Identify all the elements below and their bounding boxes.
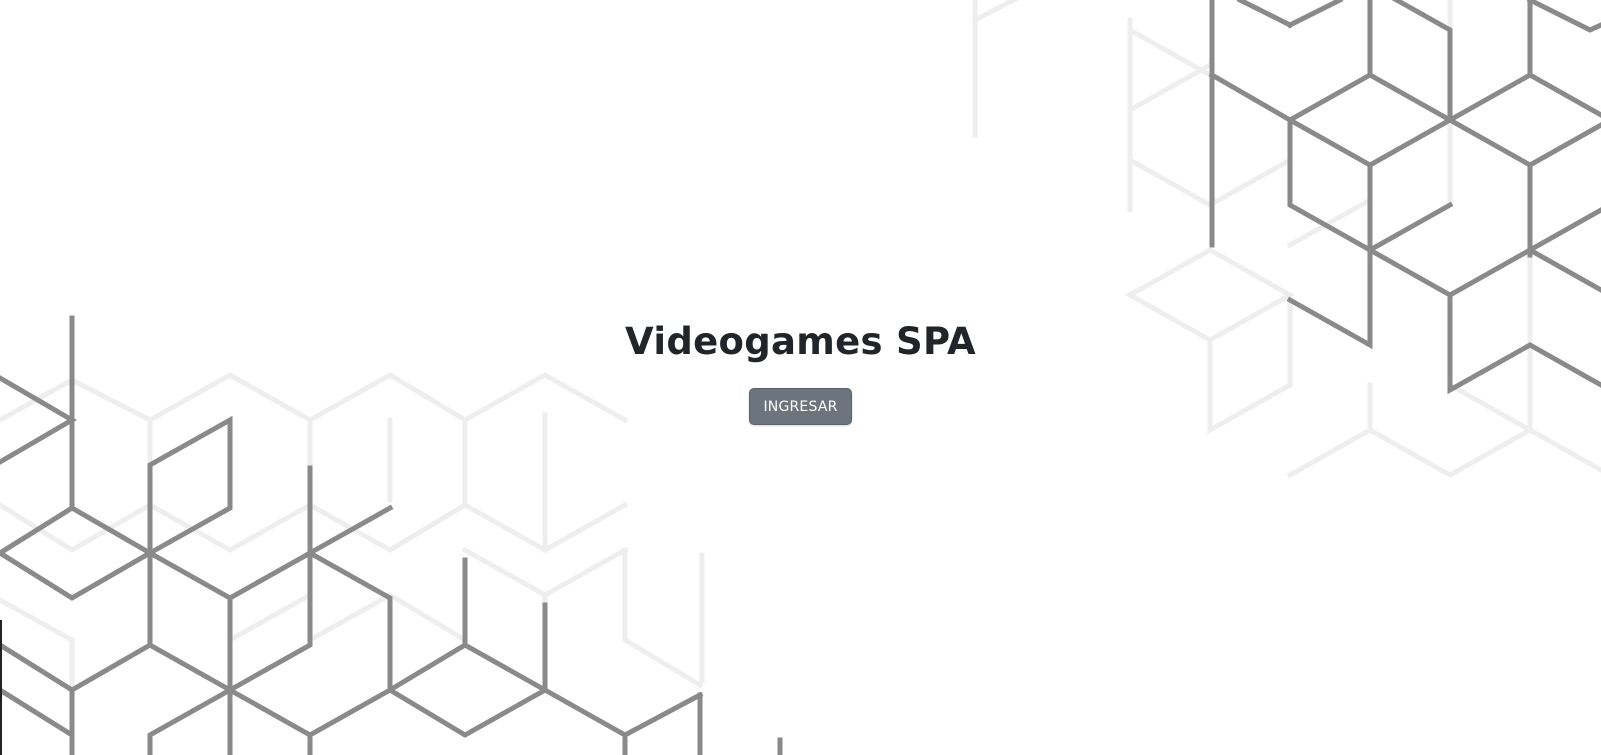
enter-button[interactable]: INGRESAR — [749, 388, 852, 425]
left-edge-marker — [0, 620, 2, 755]
landing-page: Videogames SPA INGRESAR — [0, 0, 1601, 755]
faint-pattern-bottom-left — [0, 372, 705, 738]
page-title: Videogames SPA — [625, 320, 976, 363]
hero-section: Videogames SPA INGRESAR — [0, 321, 1601, 425]
